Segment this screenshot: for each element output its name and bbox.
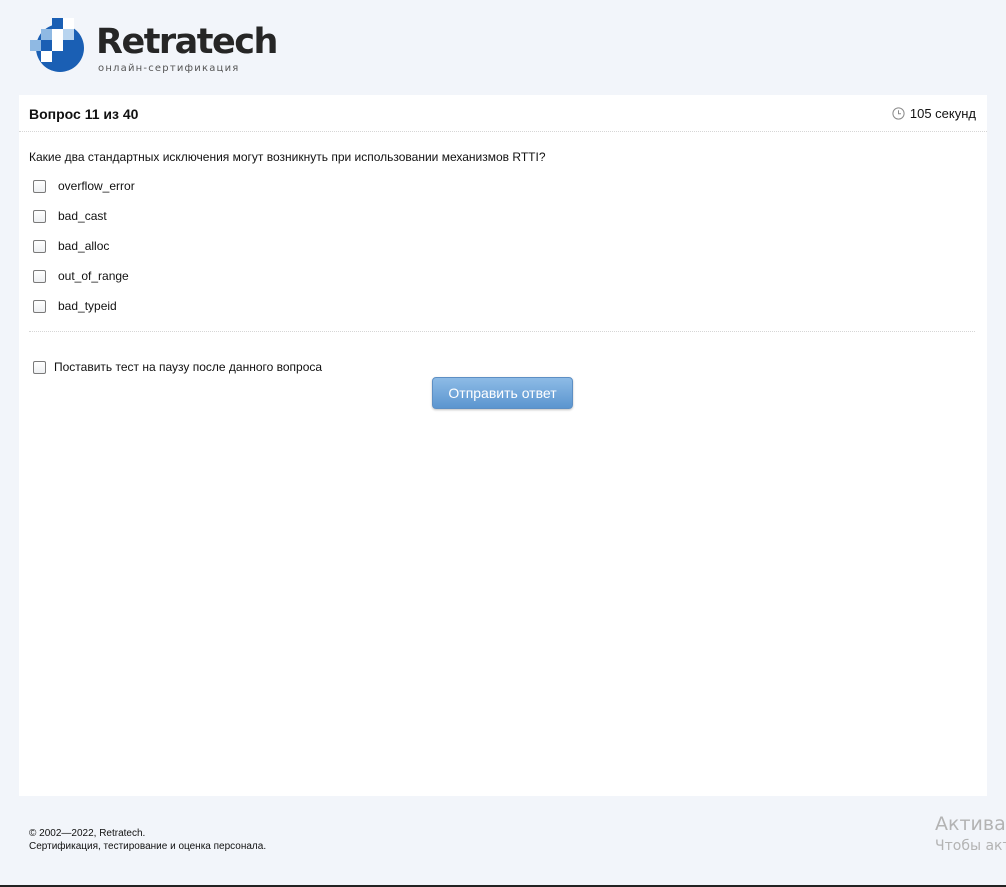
footer: © 2002—2022, Retratech. Сертификация, те… [29,827,266,853]
answer-option[interactable]: bad_typeid [33,298,117,314]
brand-name: Retratech [96,22,278,62]
answer-checkbox[interactable] [33,179,46,193]
timer-value: 105 секунд [909,106,976,121]
question-card: Вопрос 11 из 40 105 секунд Какие два ста… [19,95,987,796]
brand-tagline: онлайн-сертификация [98,63,240,74]
answer-checkbox[interactable] [33,299,46,313]
question-header: Вопрос 11 из 40 105 секунд [19,95,987,132]
answer-option[interactable]: overflow_error [33,178,135,194]
answer-label: bad_cast [58,209,107,223]
clock-icon [892,107,905,120]
question-text: Какие два стандартных исключения могут в… [29,150,546,164]
answer-checkbox[interactable] [33,209,46,223]
footer-copyright: © 2002—2022, Retratech. [29,828,146,839]
pause-option[interactable]: Поставить тест на паузу после данного во… [33,359,322,375]
logo[interactable]: Retratech онлайн-сертификация [28,18,278,78]
answer-checkbox[interactable] [33,239,46,253]
answer-option[interactable]: out_of_range [33,268,129,284]
timer: 105 секунд [892,106,976,121]
retratech-logo-icon [30,18,84,72]
submit-answer-button[interactable]: Отправить ответ [432,377,573,409]
pause-checkbox[interactable] [33,360,46,374]
answer-label: bad_typeid [58,299,117,313]
footer-description: Сертификация, тестирование и оценка перс… [29,841,267,852]
answer-label: overflow_error [58,179,135,193]
answer-label: bad_alloc [58,239,110,253]
answer-option[interactable]: bad_alloc [33,238,109,254]
question-counter: Вопрос 11 из 40 [29,106,139,122]
watermark-line-2: Чтобы акт [935,838,1006,854]
answer-label: out_of_range [58,269,129,283]
activation-watermark: Активац Чтобы акт [935,812,1006,856]
watermark-line-1: Активац [935,813,1006,835]
answer-checkbox[interactable] [33,269,46,283]
pause-label: Поставить тест на паузу после данного во… [54,360,323,374]
divider [29,331,975,332]
answer-option[interactable]: bad_cast [33,208,107,224]
header: Retratech онлайн-сертификация [0,0,1006,95]
